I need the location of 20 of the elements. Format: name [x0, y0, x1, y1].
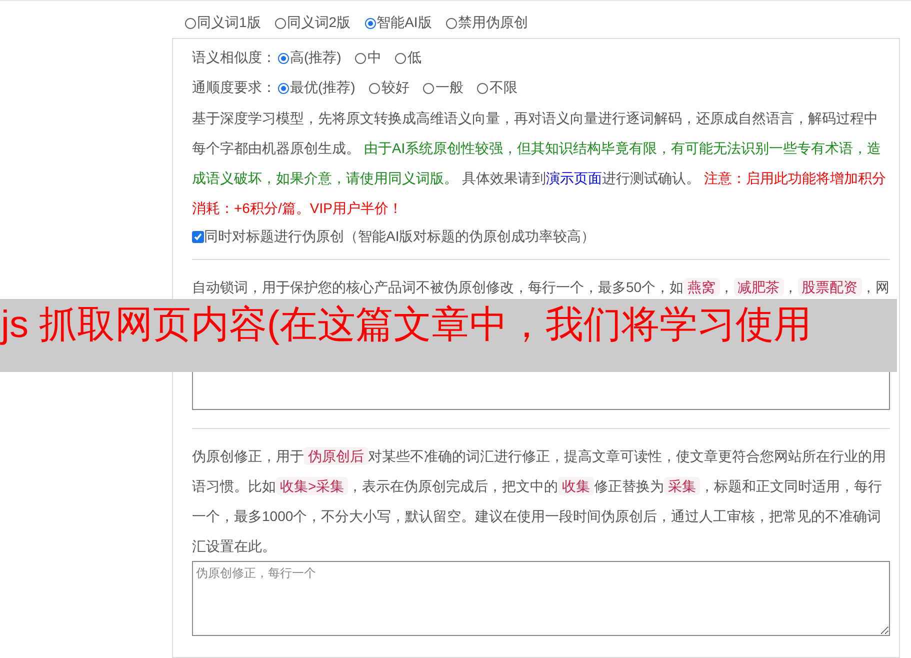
radio-option[interactable]: 最优(推荐) — [278, 79, 356, 97]
radio-option[interactable]: 智能AI版 — [364, 14, 432, 32]
check-icon — [193, 232, 203, 242]
radio-option[interactable]: 低 — [395, 49, 422, 67]
correction-text: 伪原创修正，用于 伪原创后 对某些不准确的词汇进行修正，提高文章可读性，使文章更符合您网站所在行业的用语习惯。比如 收集>采集 ，表示在伪原创完成后，把文中的 收集 修正替换为 采集 ，标题和正文同时适用，每行一个，最多1000个，不分大小写，默认留空。建议在使用一段时间伪原创后，通过人工审核，把常见的不准确词汇设置在此。 — [192, 446, 887, 556]
banner-title: js 抓取网页内容(在这篇文章中，我们将学习使用 — [1, 303, 812, 347]
radio-option[interactable]: 一般 — [423, 79, 464, 97]
radio-option[interactable]: 同义词1版 — [185, 14, 261, 32]
title-checkbox[interactable]: 同时对标题进行伪原创（智能AI版对标题的伪原创成功率较高） — [192, 223, 890, 251]
description-text: 基于深度学习模型，先将原文转换成高维语义向量，再对语义向量进行逐词解码，还原成自然语言，解码过程中每个字都由机器原创生成。 由于AI系统原创性较强，但其知识结构毕竟有限，有可能无法识别一些专有术语，造成语义破坏，如果介意，请使用同义词版。 具体效果请到演示页面进行测试确认。 注意：启用此功能将增加积分消耗：+6积分/篇。VIP用户半价！ — [192, 109, 887, 218]
radio-option[interactable]: 中 — [355, 49, 382, 67]
radio-option[interactable]: 高(推荐) — [278, 49, 342, 67]
setting-label: 语义相似度： — [192, 49, 276, 67]
radio-option[interactable]: 禁用伪原创 — [446, 14, 528, 32]
correction-field[interactable]: 伪原创修正，每行一个 — [192, 561, 890, 636]
radio-option[interactable]: 同义词2版 — [274, 14, 351, 32]
lock-words-text: 自动锁词，用于保护您的核心产品词不被伪原创修改，每行一个，最多50个，如 燕窝 ， 减肥茶 ， 股票配资 ，网 — [192, 277, 890, 298]
radio-option[interactable]: 不限 — [477, 79, 518, 97]
setting-label: 通顺度要求： — [192, 79, 276, 97]
radio-option[interactable]: 较好 — [369, 79, 410, 97]
